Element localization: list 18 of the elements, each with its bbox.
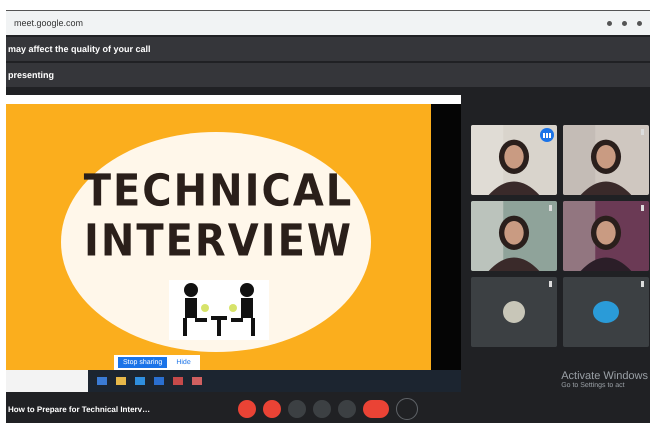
- browser-icons: [607, 20, 642, 26]
- avatar-icon: [593, 301, 619, 323]
- more-icon[interactable]: [641, 205, 644, 211]
- call-control-button[interactable]: [238, 400, 256, 418]
- url-text: meet.google.com: [14, 18, 84, 28]
- call-control-button[interactable]: [363, 400, 389, 418]
- call-control-button[interactable]: [396, 398, 418, 420]
- more-icon[interactable]: [549, 281, 552, 287]
- banner-text: may affect the quality of your call: [8, 44, 151, 54]
- address-bar[interactable]: meet.google.com: [6, 10, 650, 35]
- status-text: presenting: [8, 70, 54, 80]
- activation-title: Activate Windows: [561, 370, 648, 382]
- avatar-icon: [503, 301, 525, 323]
- taskbar-search[interactable]: [6, 370, 88, 392]
- more-icon[interactable]: [549, 205, 552, 211]
- more-icon[interactable]: [641, 281, 644, 287]
- call-control-button[interactable]: [263, 400, 281, 418]
- meeting-title: How to Prepare for Technical Interv…: [8, 404, 152, 414]
